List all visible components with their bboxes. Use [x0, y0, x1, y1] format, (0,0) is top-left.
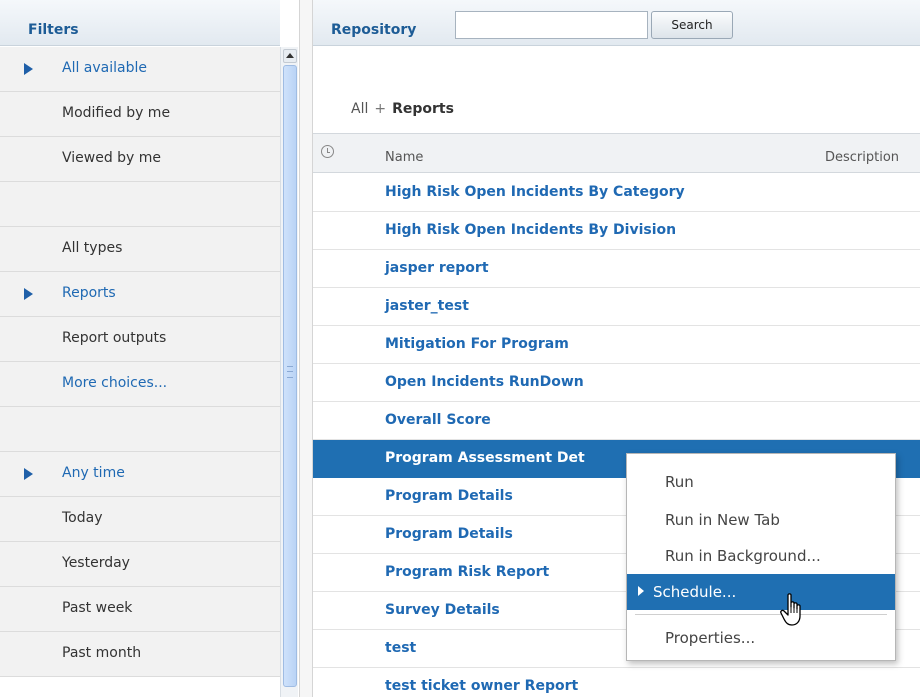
filter-label: All available [62, 60, 147, 76]
search-button[interactable]: Search [651, 11, 733, 39]
repository-header: Repository Search [313, 0, 920, 46]
filter-reports[interactable]: Reports [0, 272, 280, 317]
report-name-link[interactable]: Program Assessment Det [385, 450, 585, 466]
filter-label: Viewed by me [62, 150, 162, 166]
filters-scrollbar[interactable] [280, 47, 298, 697]
table-row[interactable]: jaster_test [313, 288, 920, 326]
filter-report-outputs[interactable]: Report outputs [0, 317, 280, 362]
report-name-link[interactable]: jaster_test [385, 298, 469, 314]
filter-label: Reports [62, 285, 116, 301]
table-row[interactable]: test ticket owner Report [313, 668, 920, 697]
filter-label: Report outputs [62, 330, 167, 346]
filter-all-types[interactable]: All types [0, 227, 280, 272]
filter-today[interactable]: Today [0, 497, 280, 542]
table-row[interactable]: Overall Score [313, 402, 920, 440]
report-name-link[interactable]: Program Details [385, 488, 513, 504]
table-row[interactable]: Mitigation For Program [313, 326, 920, 364]
filters-header: Filters [0, 0, 280, 46]
filter-label: All types [62, 240, 123, 256]
menu-item-label: Properties... [665, 629, 756, 647]
menu-item-run-in-new-tab[interactable]: Run in New Tab [627, 502, 895, 538]
report-name-link[interactable]: Survey Details [385, 602, 500, 618]
report-name-link[interactable]: Overall Score [385, 412, 491, 428]
filter-label: Modified by me [62, 105, 171, 121]
grip-icon [287, 366, 293, 378]
table-row[interactable]: High Risk Open Incidents By Division [313, 212, 920, 250]
report-name-link[interactable]: Program Risk Report [385, 564, 549, 580]
table-row[interactable]: Open Incidents RunDown [313, 364, 920, 402]
hand-cursor-icon [780, 593, 801, 626]
table-row[interactable]: jasper report [313, 250, 920, 288]
table-header: Name Description [313, 133, 920, 173]
filter-past-week[interactable]: Past week [0, 587, 280, 632]
scroll-up-icon[interactable] [283, 49, 297, 63]
scrollbar-thumb[interactable] [283, 65, 297, 687]
filter-group-spacer [0, 407, 280, 452]
report-name-link[interactable]: jasper report [385, 260, 489, 276]
menu-separator [635, 614, 887, 615]
breadcrumb-separator: + [374, 101, 387, 117]
breadcrumb-current: Reports [392, 101, 454, 117]
filters-panel: Filters All available Modified by me Vie… [0, 0, 300, 697]
filter-past-month[interactable]: Past month [0, 632, 280, 677]
filter-label: Past month [62, 645, 142, 661]
report-name-link[interactable]: test ticket owner Report [385, 678, 578, 694]
menu-item-label: Run [665, 473, 694, 491]
report-name-link[interactable]: Mitigation For Program [385, 336, 569, 352]
filter-modified-by-me[interactable]: Modified by me [0, 92, 280, 137]
menu-item-run[interactable]: Run [627, 464, 895, 500]
clock-icon [321, 145, 334, 158]
repository-title: Repository [331, 22, 417, 38]
filter-label: Today [62, 510, 103, 526]
report-name-link[interactable]: Open Incidents RunDown [385, 374, 584, 390]
filter-label: Any time [62, 465, 125, 481]
filter-yesterday[interactable]: Yesterday [0, 542, 280, 587]
breadcrumb: All + Reports [351, 101, 454, 117]
filter-viewed-by-me[interactable]: Viewed by me [0, 137, 280, 182]
filter-label: Yesterday [62, 555, 130, 571]
column-header-description[interactable]: Description [825, 150, 899, 165]
table-row[interactable]: High Risk Open Incidents By Category [313, 174, 920, 212]
menu-item-label: Schedule... [653, 583, 737, 601]
filter-more-choices[interactable]: More choices... [0, 362, 280, 407]
filter-label: Past week [62, 600, 133, 616]
report-name-link[interactable]: test [385, 640, 416, 656]
menu-item-run-in-background[interactable]: Run in Background... [627, 538, 895, 574]
report-name-link[interactable]: High Risk Open Incidents By Category [385, 184, 685, 200]
filter-label: More choices... [62, 375, 168, 391]
filter-all-available[interactable]: All available [0, 47, 280, 92]
report-name-link[interactable]: High Risk Open Incidents By Division [385, 222, 676, 238]
filter-list: All available Modified by me Viewed by m… [0, 47, 280, 677]
search-input[interactable] [455, 11, 648, 39]
report-name-link[interactable]: Program Details [385, 526, 513, 542]
submenu-arrow-icon [638, 586, 644, 596]
context-menu: Run Run in New Tab Run in Background... … [626, 453, 896, 661]
menu-item-label: Run in New Tab [665, 511, 780, 529]
selected-arrow-icon [24, 63, 33, 75]
filter-group-spacer [0, 182, 280, 227]
menu-item-label: Run in Background... [665, 547, 821, 565]
selected-arrow-icon [24, 468, 33, 480]
breadcrumb-root[interactable]: All [351, 101, 368, 117]
column-header-name[interactable]: Name [385, 150, 423, 165]
selected-arrow-icon [24, 288, 33, 300]
menu-item-schedule[interactable]: Schedule... [627, 574, 895, 610]
panel-splitter[interactable] [299, 0, 313, 697]
filters-title: Filters [28, 22, 79, 38]
menu-item-properties[interactable]: Properties... [627, 620, 895, 656]
filter-any-time[interactable]: Any time [0, 452, 280, 497]
